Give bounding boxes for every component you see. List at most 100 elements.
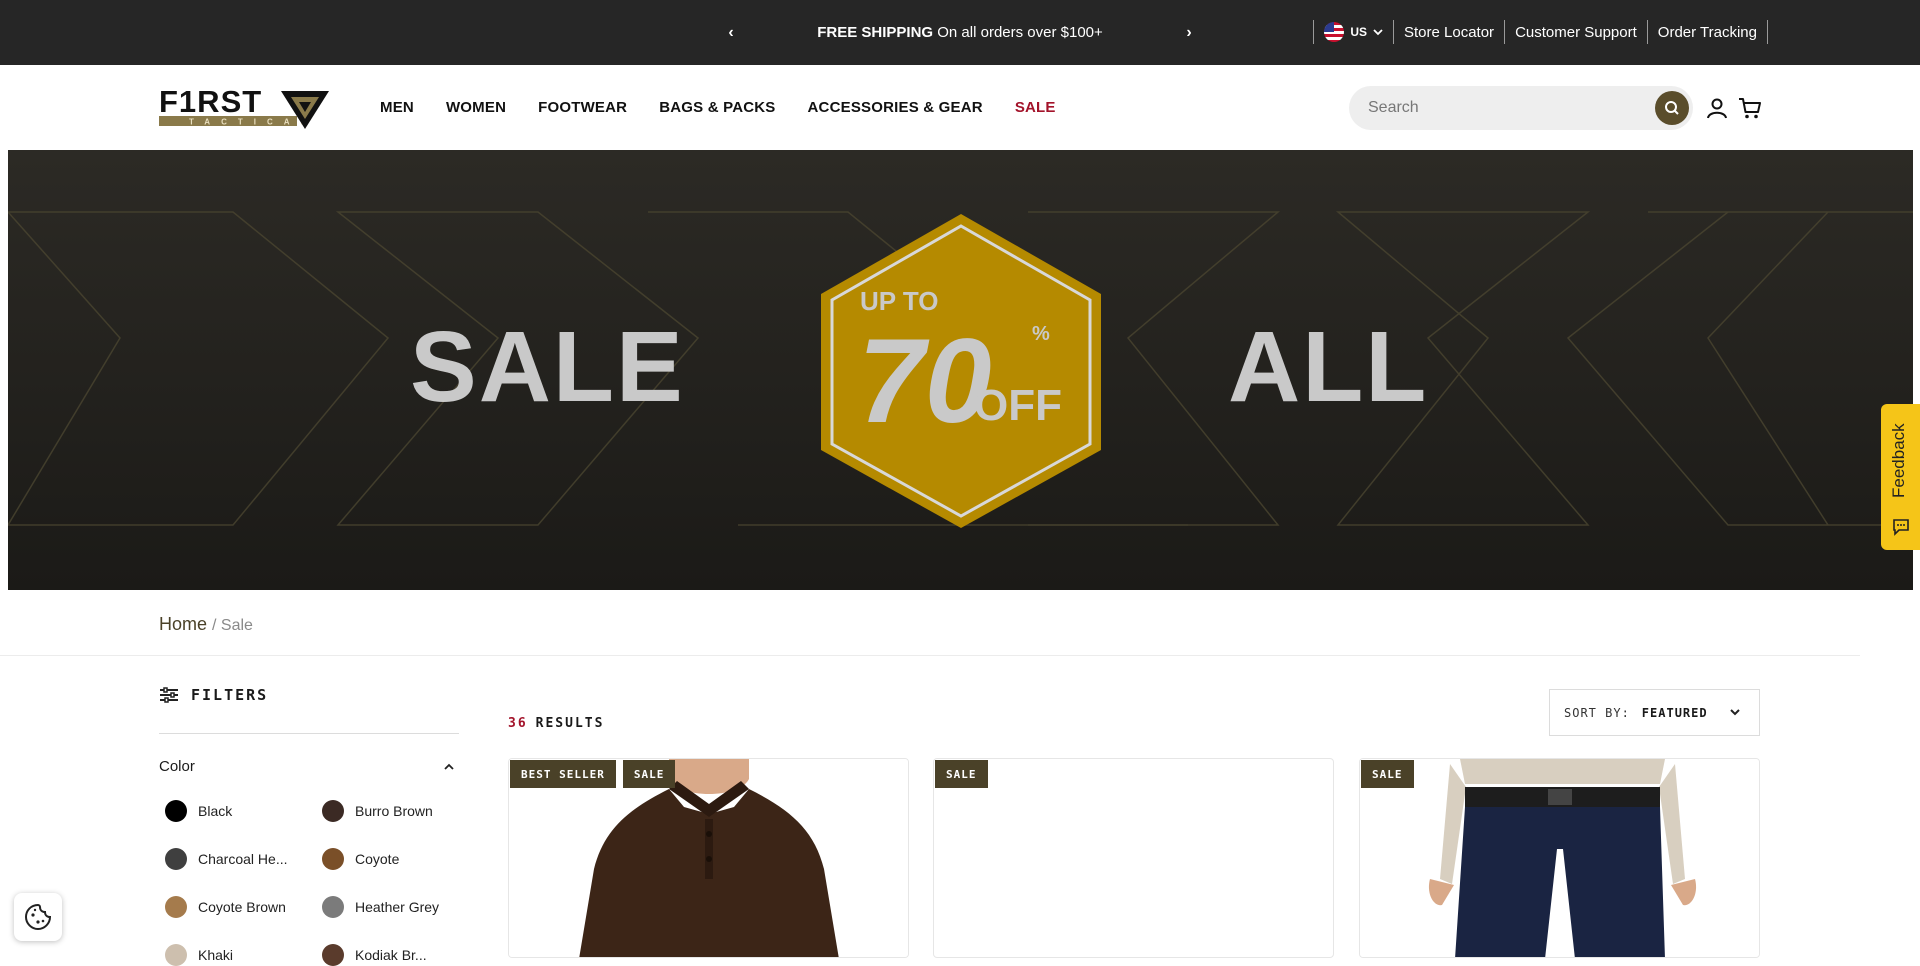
sale-badge: SALE [1361,760,1414,788]
discount-badge[interactable]: UP TO 70 % OFF [816,210,1106,530]
svg-text:TACTICAL: TACTICAL [189,118,316,127]
promo-prev-arrow-icon[interactable]: ‹ [720,22,742,44]
color-swatch-charcoal-heather[interactable]: Charcoal He... [165,848,287,870]
promo-detail: On all orders over $100+ [937,24,1103,41]
chat-icon [1893,519,1909,536]
logo-mark-icon: F1RST TACTICAL [159,84,329,129]
promo-carousel: ‹ FREE SHIPPING On all orders over $100+… [720,0,1200,65]
color-swatch-heather-grey[interactable]: Heather Grey [322,896,439,918]
sort-value: FEATURED [1641,705,1708,720]
svg-text:F1RST: F1RST [159,85,262,119]
color-swatch-burro-brown[interactable]: Burro Brown [322,800,433,822]
swatch-dot [322,800,344,822]
sort-dropdown[interactable]: SORT BY: FEATURED [1549,689,1760,736]
swatch-dot [322,848,344,870]
product-badges: SALE [1361,760,1414,788]
swatch-label: Kodiak Br... [355,947,427,963]
product-card[interactable]: BEST SELLER SALE [508,758,909,958]
color-swatch-kodiak-brown[interactable]: Kodiak Br... [322,944,427,966]
swatch-dot [165,800,187,822]
sale-badge: SALE [935,760,988,788]
swatch-label: Burro Brown [355,803,433,819]
product-card[interactable]: SALE [933,758,1334,958]
section-divider [0,655,1860,656]
cookie-icon [24,903,52,931]
nav-footwear[interactable]: FOOTWEAR [538,99,627,116]
results-label: RESULTS [535,716,605,731]
brand-logo[interactable]: F1RST TACTICAL [159,84,331,129]
sale-hero-banner: SALE ALL UP TO 70 % OFF [8,150,1913,590]
best-seller-badge: BEST SELLER [510,760,616,788]
svg-text:UP TO: UP TO [860,286,939,316]
announcement-bar: ‹ FREE SHIPPING On all orders over $100+… [0,0,1920,65]
account-icon[interactable] [1705,96,1729,120]
product-badges: SALE [935,760,988,788]
nav-men[interactable]: MEN [380,99,414,116]
utility-links: US Store Locator Customer Support Order … [1313,20,1768,44]
color-swatch-coyote[interactable]: Coyote [322,848,399,870]
chevron-down-icon [1373,29,1383,36]
chevron-up-icon [444,763,454,770]
cookie-settings-button[interactable] [14,893,62,941]
customer-support-link[interactable]: Customer Support [1505,24,1647,41]
color-filter-header[interactable]: Color [159,758,455,775]
results-number: 36 [508,716,528,731]
us-flag-icon [1324,22,1345,42]
swatch-dot [322,896,344,918]
svg-text:70: 70 [858,314,991,448]
country-selector[interactable]: US [1314,22,1393,42]
color-swatch-black[interactable]: Black [165,800,232,822]
swatch-label: Coyote Brown [198,899,286,915]
search-bar [1349,86,1693,130]
swatch-label: Khaki [198,947,234,963]
promo-next-arrow-icon[interactable]: › [1178,22,1200,44]
product-card[interactable]: SALE [1359,758,1760,958]
hero-all-word: ALL [1228,311,1429,423]
nav-bags-packs[interactable]: BAGS & PACKS [659,99,775,116]
product-badges: BEST SELLER SALE [510,760,676,788]
filters-divider [159,733,459,734]
swatch-label: Heather Grey [355,899,440,915]
search-input[interactable] [1349,99,1639,117]
nav-women[interactable]: WOMEN [446,99,506,116]
filters-title: FILTERS [191,686,269,704]
divider [1767,20,1768,44]
product-image-pants [1360,759,1759,957]
breadcrumb-home[interactable]: Home [159,614,207,634]
breadcrumb: Home / Sale [159,614,253,635]
swatch-label: Charcoal He... [198,851,288,867]
country-code: US [1350,25,1367,39]
nav-accessories-gear[interactable]: ACCESSORIES & GEAR [808,99,983,116]
swatch-dot [165,848,187,870]
site-header: F1RST TACTICAL MEN WOMEN FOOTWEAR BAGS &… [0,65,1920,150]
feedback-label: Feedback [1889,423,1908,498]
svg-text:%: % [1032,323,1050,345]
breadcrumb-current: / Sale [212,617,253,634]
swatch-label: Black [198,803,233,819]
sale-badge: SALE [622,760,676,788]
promo-text: FREE SHIPPING On all orders over $100+ [817,24,1103,41]
svg-text:OFF: OFF [974,381,1062,430]
chevron-down-icon [1730,709,1740,716]
swatch-dot [165,944,187,966]
store-locator-link[interactable]: Store Locator [1394,24,1504,41]
swatch-dot [165,896,187,918]
color-swatch-khaki[interactable]: Khaki [165,944,233,966]
feedback-tab[interactable]: Feedback [1881,404,1920,550]
product-image-polo [509,759,908,957]
swatch-dot [322,944,344,966]
main-nav: MEN WOMEN FOOTWEAR BAGS & PACKS ACCESSOR… [380,65,1056,150]
color-filter-title: Color [159,758,195,775]
order-tracking-link[interactable]: Order Tracking [1648,24,1767,41]
nav-sale[interactable]: SALE [1015,99,1056,116]
color-swatch-coyote-brown[interactable]: Coyote Brown [165,896,286,918]
results-count: 36 RESULTS [508,716,604,731]
sort-label: SORT BY: [1564,705,1630,720]
promo-bold: FREE SHIPPING [817,24,934,41]
filters-header[interactable]: FILTERS [159,686,268,704]
search-icon [1665,101,1679,115]
cart-icon[interactable] [1738,96,1762,120]
swatch-label: Coyote [355,851,400,867]
search-button[interactable] [1655,91,1689,125]
sliders-icon [160,687,178,703]
